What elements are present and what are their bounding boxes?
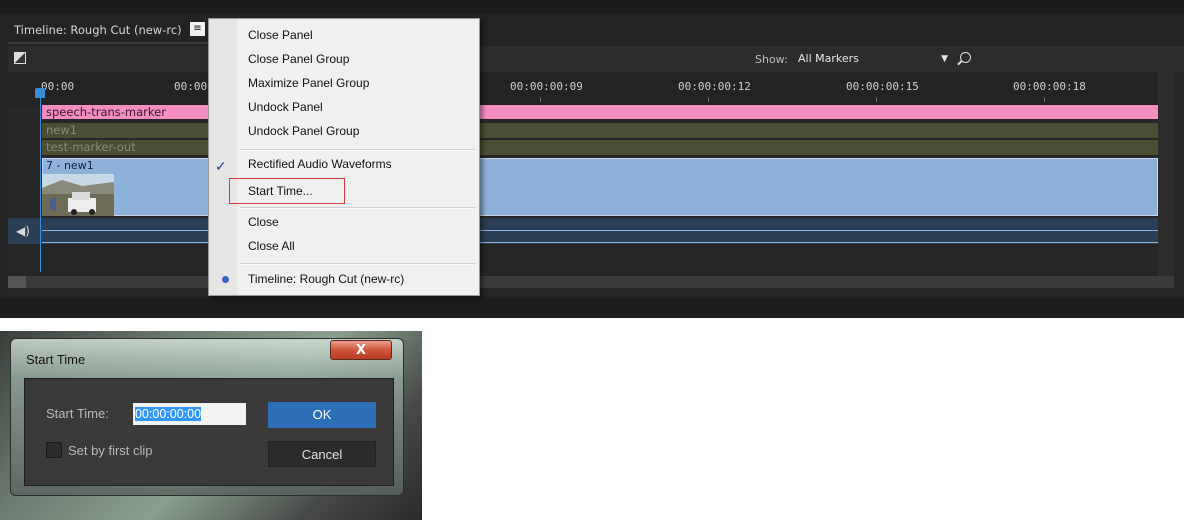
ruler-tick (708, 97, 709, 102)
radio-selected-icon (222, 276, 229, 283)
menu-item-close-all[interactable]: Close All (248, 239, 295, 253)
panel-menu-icon[interactable]: ≡ (190, 22, 205, 36)
markers-filter-dropdown[interactable]: All Markers ▼ (798, 49, 948, 69)
menu-item-rectified-audio[interactable]: Rectified Audio Waveforms (248, 157, 392, 171)
menu-item-maximize-panel-group[interactable]: Maximize Panel Group (248, 76, 369, 90)
timecode-label: 00:00:00:15 (846, 80, 919, 93)
timecode-label: 00:00 (41, 80, 75, 93)
search-icon[interactable] (960, 52, 971, 63)
dialog-title: Start Time (26, 352, 86, 367)
menu-item-timeline-rough-cut[interactable]: Timeline: Rough Cut (new-rc) (248, 272, 404, 286)
checkmark-icon: ✓ (215, 159, 227, 175)
markers-filter-value: All Markers (798, 52, 859, 65)
top-strip (0, 0, 1184, 14)
speaker-icon[interactable]: ◀︎) (16, 224, 30, 238)
clip-label: 7 - new1 (46, 159, 94, 172)
horizontal-scrollbar[interactable] (8, 276, 1174, 288)
vertical-scrollbar[interactable] (1158, 72, 1174, 276)
menu-item-close-panel-group[interactable]: Close Panel Group (248, 52, 349, 66)
ruler-tick (540, 97, 541, 102)
ruler-tick (876, 97, 877, 102)
menu-item-close[interactable]: Close (248, 215, 279, 229)
chevron-down-icon: ▼ (941, 54, 948, 64)
start-time-label: Start Time: (46, 406, 109, 421)
cancel-button[interactable]: Cancel (268, 441, 376, 467)
timecode-label: 00:00:00:18 (1013, 80, 1086, 93)
start-time-value: 00:00:00:00 (135, 407, 202, 421)
ok-button[interactable]: OK (268, 402, 376, 428)
start-time-input[interactable]: 00:00:00:00 (133, 403, 246, 425)
menu-item-close-panel[interactable]: Close Panel (248, 28, 313, 42)
menu-separator (240, 207, 476, 209)
bottom-strip (0, 298, 1184, 318)
scrollbar-thumb[interactable] (8, 276, 26, 288)
menu-separator (240, 263, 476, 265)
tab-underline (8, 42, 208, 44)
menu-item-undock-panel-group[interactable]: Undock Panel Group (248, 124, 359, 138)
playhead-line (40, 98, 41, 272)
timecode-label: 00:00:00:12 (678, 80, 751, 93)
settings-icon[interactable] (14, 52, 26, 64)
set-by-first-clip-checkbox[interactable] (46, 442, 62, 458)
dialog-content (24, 378, 394, 486)
menu-icon-gutter (209, 19, 237, 295)
audio-track[interactable] (8, 218, 1158, 244)
show-label: Show: (755, 53, 788, 66)
highlight-annotation (229, 178, 345, 204)
menu-separator (240, 149, 476, 151)
timecode-label: 00:00:00:09 (510, 80, 583, 93)
timeline-toolbar (8, 46, 1184, 72)
close-icon[interactable]: X (330, 340, 392, 360)
ruler-tick (1044, 97, 1045, 102)
playhead-handle[interactable] (35, 88, 45, 98)
menu-item-undock-panel[interactable]: Undock Panel (248, 100, 323, 114)
timeline-tab[interactable]: Timeline: Rough Cut (new-rc) (14, 16, 182, 44)
clip-thumbnail (42, 174, 114, 216)
set-by-first-clip-label: Set by first clip (68, 443, 153, 458)
